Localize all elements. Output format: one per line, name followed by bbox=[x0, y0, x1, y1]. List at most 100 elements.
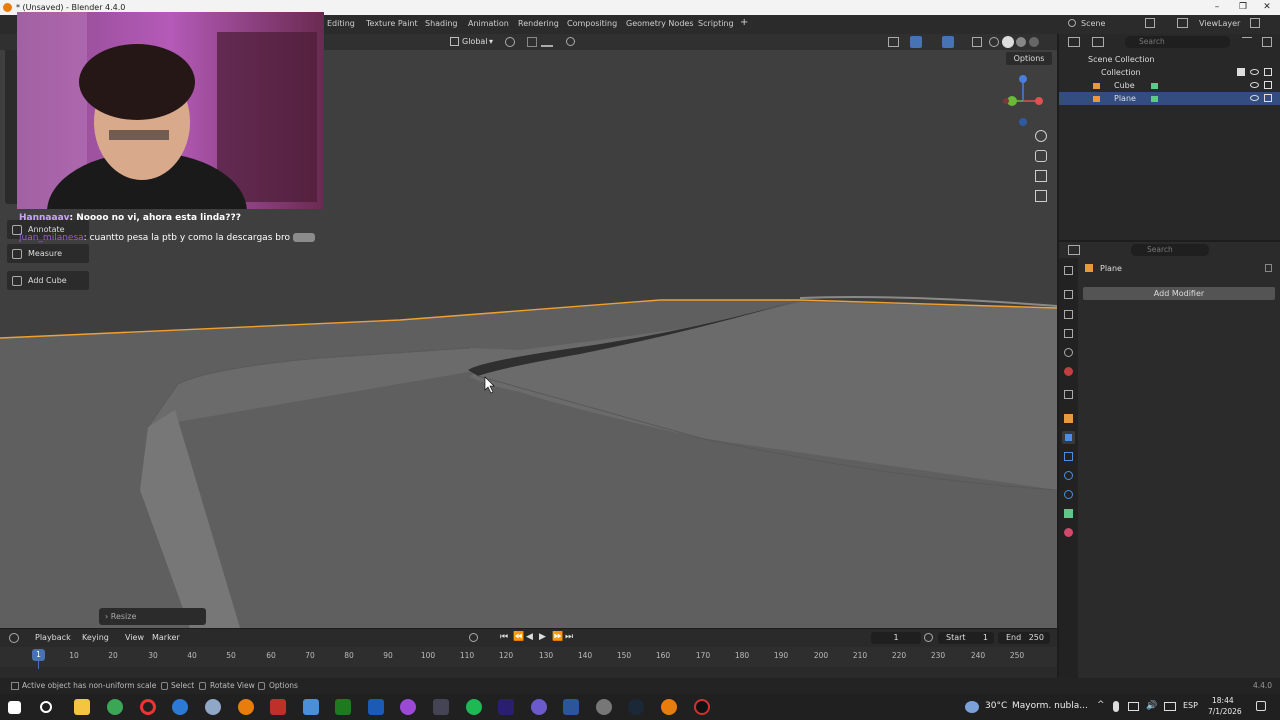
filter-icon[interactable] bbox=[1242, 37, 1252, 47]
new-collection-icon[interactable] bbox=[1262, 37, 1272, 47]
recorder-icon[interactable] bbox=[270, 699, 286, 715]
viewport-options-dropdown[interactable]: Options bbox=[1006, 52, 1052, 65]
add-modifier-button[interactable]: Add Modifier bbox=[1083, 287, 1275, 300]
network-icon[interactable] bbox=[1128, 702, 1139, 711]
tab-editing[interactable]: Editing bbox=[327, 19, 355, 28]
eye-icon[interactable] bbox=[1250, 95, 1259, 101]
xray-toggle-icon[interactable] bbox=[972, 37, 982, 47]
data-tab-icon[interactable] bbox=[1064, 509, 1073, 518]
play-reverse-button[interactable]: ◀ bbox=[526, 632, 533, 642]
blender-running-icon[interactable] bbox=[661, 699, 677, 715]
properties-search-input[interactable]: Search bbox=[1131, 244, 1209, 256]
auto-keying-icon[interactable] bbox=[469, 633, 478, 642]
outliner-item-collection[interactable]: Collection bbox=[1059, 66, 1280, 79]
display-mode-icon[interactable] bbox=[1092, 37, 1104, 47]
edge-icon[interactable] bbox=[172, 699, 188, 715]
eye-icon[interactable] bbox=[1250, 82, 1259, 88]
navigation-gizmo[interactable] bbox=[998, 74, 1048, 128]
pt-icon[interactable] bbox=[335, 699, 351, 715]
jump-start-button[interactable]: ⏮ bbox=[500, 632, 508, 642]
eye-icon[interactable] bbox=[1250, 69, 1259, 75]
camera-render-icon[interactable] bbox=[1264, 68, 1272, 76]
outliner-item-scene-collection[interactable]: Scene Collection bbox=[1059, 53, 1280, 66]
camera-view-icon[interactable] bbox=[1035, 170, 1047, 182]
camera-render-icon[interactable] bbox=[1264, 94, 1272, 102]
weather-icon[interactable] bbox=[965, 701, 979, 713]
material-shading-icon[interactable] bbox=[1016, 37, 1026, 47]
start-frame-field[interactable]: Start 1 bbox=[938, 632, 994, 644]
world-tab-icon[interactable] bbox=[1064, 367, 1073, 376]
notifications-icon[interactable] bbox=[1256, 701, 1266, 711]
play-button[interactable]: ▶ bbox=[539, 632, 546, 642]
end-frame-field[interactable]: End 250 bbox=[998, 632, 1050, 644]
outliner-editor-type-icon[interactable] bbox=[1068, 37, 1080, 47]
clock-time[interactable]: 18:44 bbox=[1212, 696, 1234, 705]
vscode-icon[interactable] bbox=[368, 699, 384, 715]
close-button[interactable]: ✕ bbox=[1254, 0, 1280, 15]
weather-text[interactable]: Mayorm. nubla... bbox=[1012, 701, 1088, 711]
view-layer-tab-icon[interactable] bbox=[1064, 329, 1073, 338]
overlay-toggle-icon[interactable] bbox=[942, 36, 954, 48]
microphone-icon[interactable] bbox=[1113, 701, 1119, 712]
transform-orientation-dropdown[interactable]: Global bbox=[462, 37, 488, 48]
marker-menu[interactable]: Marker bbox=[152, 633, 180, 644]
tab-compositing[interactable]: Compositing bbox=[567, 19, 617, 28]
timeline-editor-type-icon[interactable] bbox=[9, 633, 19, 643]
collection-checkbox[interactable] bbox=[1237, 68, 1245, 76]
gizmo-toggle-icon[interactable] bbox=[910, 36, 922, 48]
blender-taskbar-icon[interactable] bbox=[238, 699, 254, 715]
tray-chevron-icon[interactable]: ^ bbox=[1097, 700, 1105, 710]
new-scene-icon[interactable] bbox=[1145, 18, 1155, 28]
after-effects-icon[interactable] bbox=[498, 699, 514, 715]
obs-icon[interactable] bbox=[694, 699, 710, 715]
opera-icon[interactable] bbox=[140, 699, 156, 715]
scene-tab-icon[interactable] bbox=[1064, 348, 1073, 357]
view-menu[interactable]: View bbox=[125, 633, 144, 644]
minimize-button[interactable]: – bbox=[1204, 0, 1230, 15]
discord-icon[interactable] bbox=[531, 699, 547, 715]
davinci-icon[interactable] bbox=[433, 699, 449, 715]
language-indicator[interactable]: ESP bbox=[1183, 701, 1198, 710]
zoom-icon[interactable] bbox=[1035, 130, 1047, 142]
view-layer-name[interactable]: ViewLayer bbox=[1199, 19, 1240, 28]
add-workspace-button[interactable]: + bbox=[740, 17, 748, 28]
new-view-layer-icon[interactable] bbox=[1250, 18, 1260, 28]
collection-tab-icon[interactable] bbox=[1064, 390, 1073, 399]
tab-scripting[interactable]: Scripting bbox=[698, 19, 734, 28]
particles-tab-icon[interactable] bbox=[1064, 452, 1073, 461]
proportional-editing-icon[interactable] bbox=[566, 37, 575, 46]
search-icon[interactable] bbox=[40, 701, 52, 713]
jump-end-button[interactable]: ⏭ bbox=[565, 632, 573, 642]
output-tab-icon[interactable] bbox=[1064, 310, 1073, 319]
operator-panel-resize[interactable]: › Resize bbox=[99, 608, 206, 625]
tab-geometry-nodes[interactable]: Geometry Nodes bbox=[626, 19, 693, 28]
photos-icon[interactable] bbox=[303, 699, 319, 715]
outliner-search-input[interactable]: Search bbox=[1125, 36, 1230, 48]
wireframe-shading-icon[interactable] bbox=[989, 37, 999, 47]
tool-tab-icon[interactable] bbox=[1064, 266, 1073, 275]
pan-hand-icon[interactable] bbox=[1035, 150, 1047, 162]
snap-icon[interactable] bbox=[527, 37, 537, 47]
scene-name[interactable]: Scene bbox=[1081, 19, 1105, 28]
physics-tab-icon[interactable] bbox=[1064, 471, 1073, 480]
perspective-grid-icon[interactable] bbox=[1035, 190, 1047, 202]
battery-icon[interactable] bbox=[1164, 702, 1176, 711]
clock-date[interactable]: 7/1/2026 bbox=[1208, 707, 1242, 716]
keying-menu[interactable]: Keying bbox=[82, 633, 109, 644]
app-icon[interactable] bbox=[400, 699, 416, 715]
object-tab-icon[interactable] bbox=[1064, 414, 1073, 423]
solid-shading-icon[interactable] bbox=[1002, 36, 1014, 48]
snap-target-icon[interactable] bbox=[541, 37, 553, 47]
pivot-point-icon[interactable] bbox=[505, 37, 515, 47]
tab-rendering[interactable]: Rendering bbox=[518, 19, 559, 28]
pin-icon[interactable] bbox=[1265, 264, 1272, 272]
volume-icon[interactable]: 🔊 bbox=[1146, 701, 1157, 711]
render-tab-icon[interactable] bbox=[1064, 290, 1073, 299]
material-tab-icon[interactable] bbox=[1064, 528, 1073, 537]
properties-editor-type-icon[interactable] bbox=[1068, 245, 1080, 255]
app-icon[interactable] bbox=[205, 699, 221, 715]
maximize-button[interactable]: ❐ bbox=[1230, 0, 1256, 15]
app-icon[interactable] bbox=[596, 699, 612, 715]
tab-animation[interactable]: Animation bbox=[468, 19, 509, 28]
camera-render-icon[interactable] bbox=[1264, 81, 1272, 89]
